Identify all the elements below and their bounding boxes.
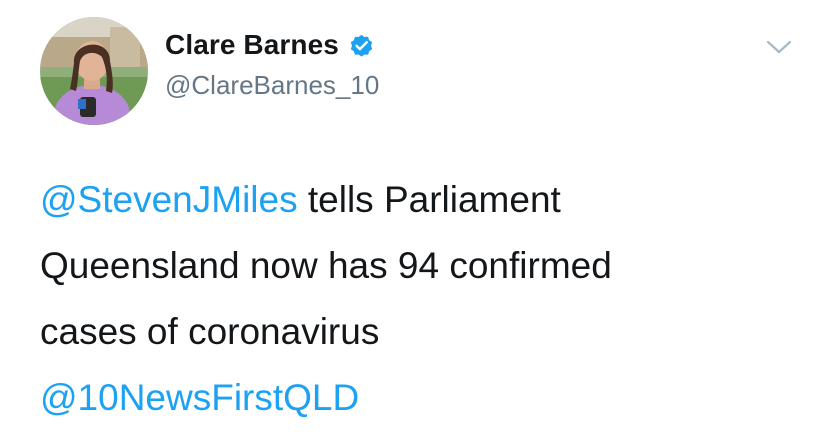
author-display-name[interactable]: Clare Barnes bbox=[165, 29, 339, 61]
avatar-photo bbox=[40, 17, 148, 125]
tweet-text: @StevenJMiles tells Parliament Queenslan… bbox=[40, 167, 810, 431]
tweet-text-line-4: @10NewsFirstQLD bbox=[40, 365, 810, 431]
tweet-text-line-3: cases of coronavirus bbox=[40, 311, 380, 352]
avatar[interactable] bbox=[40, 17, 148, 125]
verified-badge-icon bbox=[348, 32, 375, 59]
author-handle[interactable]: @ClareBarnes_10 bbox=[165, 70, 379, 101]
tweet-text-segment: tells Parliament bbox=[297, 179, 561, 220]
mention-link[interactable]: @StevenJMiles bbox=[40, 179, 298, 220]
author-name-row[interactable]: Clare Barnes bbox=[165, 26, 375, 64]
tweet-card: Clare Barnes @ClareBarnes_10 @StevenJMil… bbox=[0, 0, 828, 444]
mention-link[interactable]: @10NewsFirstQLD bbox=[40, 377, 359, 418]
chevron-down-icon[interactable] bbox=[764, 36, 794, 58]
tweet-text-line-1: @StevenJMiles tells Parliament bbox=[40, 167, 810, 233]
tweet-text-line-2: Queensland now has 94 confirmed bbox=[40, 245, 612, 286]
